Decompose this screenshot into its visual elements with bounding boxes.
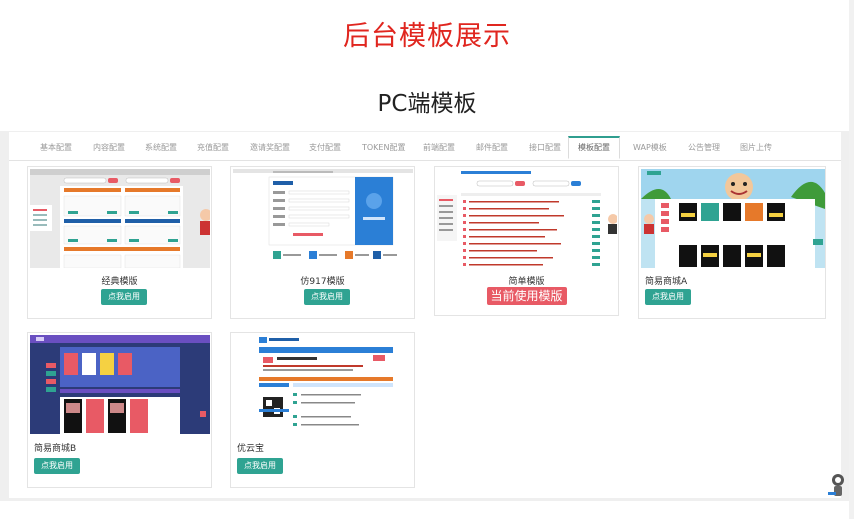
enable-template-button[interactable]: 点我启用: [34, 458, 80, 474]
tab-image-upload[interactable]: 图片上传: [740, 136, 772, 159]
tab-frontend[interactable]: 前端配置: [423, 136, 455, 159]
tab-template[interactable]: 模板配置: [568, 136, 620, 159]
page-title: 后台模板展示: [343, 21, 511, 52]
template-name: 经典模版: [101, 277, 138, 287]
section-title: PC端模板: [377, 91, 477, 117]
tab-system[interactable]: 系统配置: [145, 136, 177, 159]
enable-template-button[interactable]: 点我启用: [101, 289, 147, 305]
template-preview-mall-b: [30, 335, 210, 434]
template-preview-mall-a: [641, 169, 825, 268]
template-card-mall-b: 简易商城B 点我启用: [27, 332, 212, 488]
floating-help-icon[interactable]: [826, 472, 848, 498]
tab-invite[interactable]: 邀请奖配置: [250, 136, 290, 159]
enable-template-button[interactable]: 点我启用: [237, 458, 283, 474]
tab-payment[interactable]: 支付配置: [309, 136, 341, 159]
tab-token[interactable]: TOKEN配置: [362, 136, 405, 159]
tab-wap-template[interactable]: WAP模板: [633, 136, 667, 159]
tab-api[interactable]: 接口配置: [529, 136, 561, 159]
template-preview-classic: [30, 169, 210, 268]
tab-email[interactable]: 邮件配置: [476, 136, 508, 159]
enable-template-button[interactable]: 点我启用: [304, 289, 350, 305]
template-card-simple: 简单模版 当前使用模版: [434, 166, 619, 316]
template-card-mall-a: 简易商城A 点我启用: [638, 166, 826, 319]
template-name: 优云宝: [237, 444, 265, 454]
tab-recharge[interactable]: 充值配置: [197, 136, 229, 159]
tab-content[interactable]: 内容配置: [93, 136, 125, 159]
template-card-classic: 经典模版 点我启用: [27, 166, 212, 319]
template-card-917: 仿917模版 点我启用: [230, 166, 415, 319]
template-preview-917: [233, 169, 413, 268]
current-template-badge: 当前使用模版: [486, 287, 567, 305]
template-name: 简易商城B: [34, 444, 77, 454]
template-name: 仿917模版: [300, 277, 345, 287]
template-preview-simple: [437, 169, 617, 268]
tab-announcement[interactable]: 公告管理: [688, 136, 720, 159]
template-name: 简单模版: [508, 277, 545, 287]
tab-basic[interactable]: 基本配置: [40, 136, 72, 159]
enable-template-button[interactable]: 点我启用: [645, 289, 691, 305]
template-card-youyunbao: 优云宝 点我启用: [230, 332, 415, 488]
scrollbar-track[interactable]: [849, 0, 854, 519]
template-name: 简易商城A: [645, 277, 688, 287]
template-preview-youyunbao: [233, 335, 413, 434]
settings-tabs: 基本配置 内容配置 系统配置 充值配置 邀请奖配置 支付配置 TOKEN配置 前…: [9, 136, 841, 161]
